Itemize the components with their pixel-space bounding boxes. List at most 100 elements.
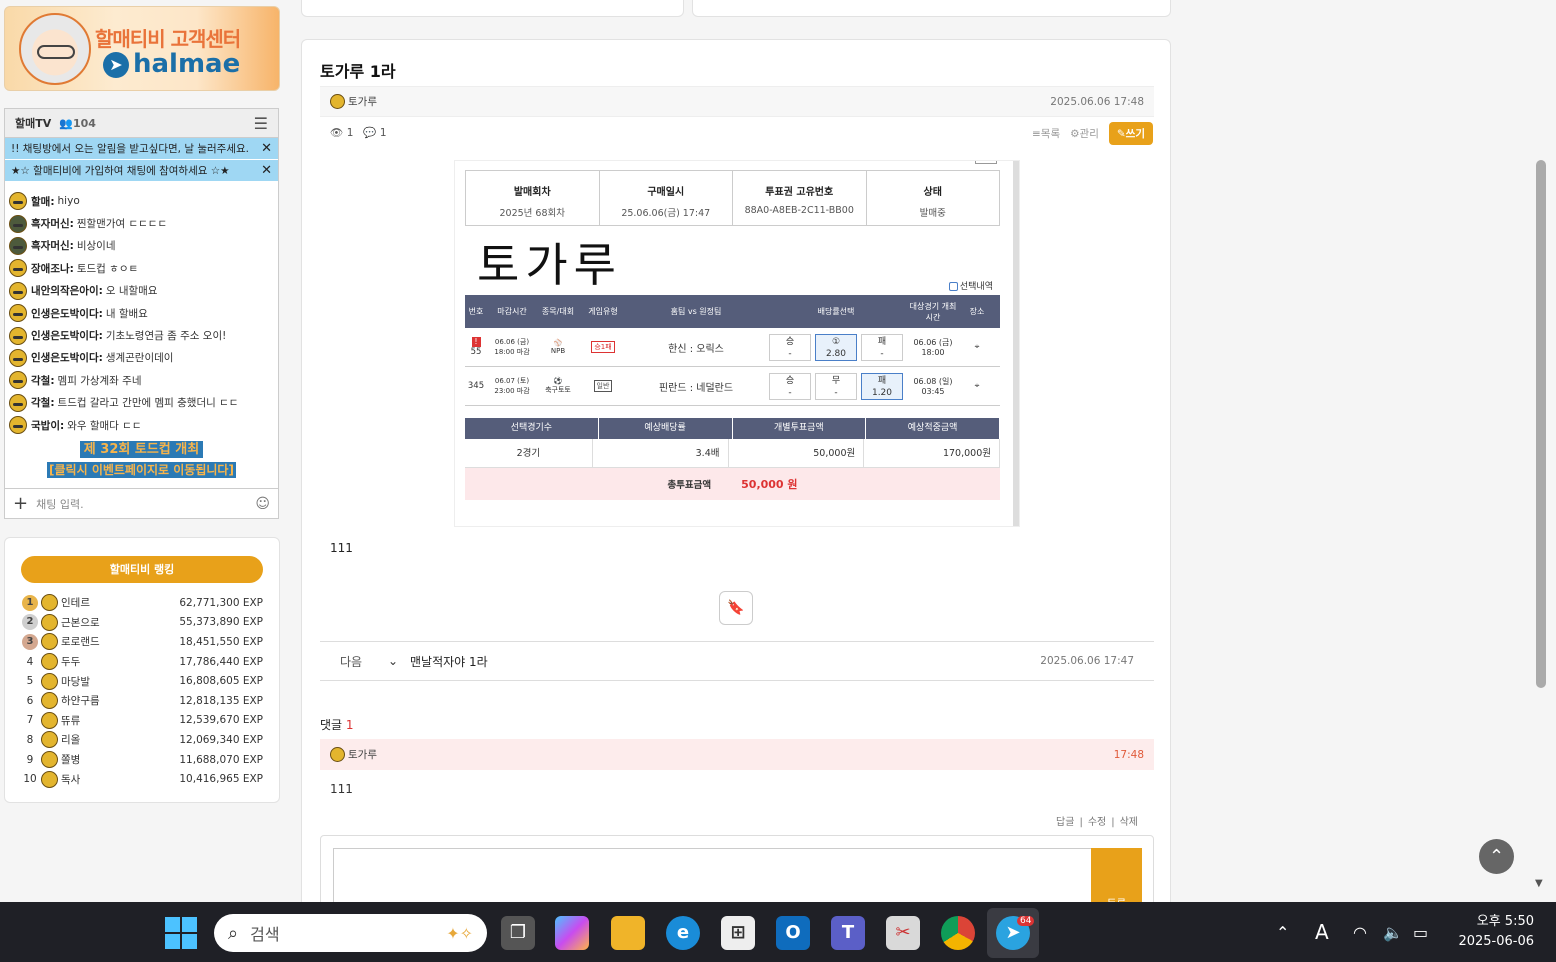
plus-icon[interactable]: + (13, 493, 28, 514)
ticket-scrollbar[interactable] (1013, 161, 1019, 526)
location-icon[interactable]: ⌖ (959, 381, 995, 391)
event-link[interactable]: [클릭시 이벤트페이지로 이동됩니다] (9, 461, 274, 479)
gold-medal-icon: 1 (22, 594, 38, 611)
head-value: 88A0-A8EB-2C11-BB00 (744, 205, 854, 216)
teams-icon[interactable]: T (831, 916, 865, 950)
ranking-row[interactable]: 8 리올 12,069,340 EXP (21, 730, 263, 750)
notification-badge: 64 (1017, 916, 1035, 926)
odd-win[interactable]: 승- (769, 372, 811, 400)
td: 50,000원 (729, 439, 865, 467)
ranking-panel: 할매티비 랭킹 1 인테르 62,771,300 EXP 2 근본으로 55,373,8… (4, 537, 280, 803)
banner-brand: ➤ halmae (103, 49, 240, 79)
scroll-down-arrow-icon[interactable]: ▼ (1535, 878, 1543, 889)
bookmark-button[interactable]: 🔖 (719, 591, 753, 625)
rank-exp: 10,416,965 EXP (179, 773, 263, 786)
next-post-link[interactable]: 다음 ⌄ 맨날적자야 1라 2025.06.06 17:47 (320, 641, 1154, 681)
avatar (41, 711, 58, 729)
write-button[interactable]: ✎쓰기 (1108, 122, 1153, 145)
customer-center-banner[interactable]: 할매티비 고객센터 ➤ halmae (4, 6, 280, 91)
ranking-title[interactable]: 할매티비 랭킹 (21, 556, 263, 583)
snipping-tool-icon[interactable]: ✂ (886, 916, 920, 950)
chat-message: 국밥이: 와우 할매다 ㄷㄷ (9, 414, 274, 436)
chat-nick[interactable]: 흑자머신: (31, 216, 74, 231)
close-icon[interactable]: ✕ (261, 163, 272, 178)
total-amount: 총투표금액 50,000 원 (465, 468, 1000, 500)
battery-icon[interactable]: ▭ (1413, 902, 1428, 962)
chat-nick[interactable]: 장애조나: (31, 261, 74, 276)
avatar (9, 348, 27, 367)
input-method-icon[interactable]: A (1315, 902, 1329, 962)
ranking-row[interactable]: 7 뜌류 12,539,670 EXP (21, 711, 263, 731)
edit-button[interactable]: 수정 (1083, 817, 1111, 828)
nav-title[interactable]: 맨날적자야 1라 (410, 653, 488, 670)
avatar (9, 326, 27, 345)
ranking-row[interactable]: 2 근본으로 55,373,890 EXP (21, 613, 263, 633)
ranking-row[interactable]: 3 로로랜드 18,451,550 EXP (21, 632, 263, 652)
volume-icon[interactable]: 🔈 (1383, 902, 1403, 962)
chat-input[interactable]: 채팅 입력. (36, 496, 83, 512)
ranking-row[interactable]: 10 독사 10,416,965 EXP (21, 769, 263, 789)
odd-selected[interactable]: ① 2.80 (815, 333, 857, 361)
wifi-icon[interactable]: ◠ (1353, 902, 1367, 962)
odd-lose[interactable]: 패- (861, 333, 903, 361)
copilot-icon[interactable] (555, 916, 589, 950)
rank-name: 인테르 (61, 597, 90, 610)
ranking-row[interactable]: 9 쫄병 11,688,070 EXP (21, 750, 263, 770)
list-button[interactable]: ≡목록 (1032, 126, 1060, 141)
windows-start-icon[interactable] (165, 917, 197, 949)
ticket-row: ! 55 06.06 (금) 18:00 마감 ⚾ NPB 승1패 한신 : 오릭스… (465, 328, 1000, 367)
select-history-toggle[interactable]: 선택내역 (948, 279, 993, 292)
notice-text: ★☆ 할매티비에 가입하여 채팅에 참여하세요 ☆★ (11, 165, 230, 177)
location-icon[interactable]: ⌖ (959, 342, 995, 352)
chat-nick[interactable]: 내안의작은아이: (31, 283, 103, 298)
store-icon[interactable]: ⊞ (721, 916, 755, 950)
taskbar-clock[interactable]: 오후 5:50 2025-06-06 (1452, 912, 1534, 952)
chat-nick[interactable]: 국밥이: (31, 418, 64, 433)
chat-nick[interactable]: 할매: (31, 194, 55, 209)
ranking-row[interactable]: 1 인테르 62,771,300 EXP (21, 593, 263, 613)
edge-icon[interactable]: e (666, 916, 700, 950)
tray-chevron-up-icon[interactable]: ⌃ (1276, 902, 1289, 962)
rank-name: 리올 (61, 734, 81, 747)
chrome-icon[interactable] (941, 916, 975, 950)
comment-author[interactable]: 토가루 (348, 747, 377, 762)
chat-nick[interactable]: 인생은도박이다: (31, 328, 103, 343)
chat-nick[interactable]: 각철: (31, 395, 55, 410)
menu-icon[interactable]: ☰ (254, 114, 268, 133)
ranking-row[interactable]: 4 두두 17,786,440 EXP (21, 652, 263, 672)
game-type: 승1패 (579, 341, 627, 353)
chat-nick[interactable]: 인생은도박이다: (31, 350, 103, 365)
taskbar-search[interactable]: ⌕ 검색 ✦✧ (214, 914, 487, 952)
odd-win[interactable]: 승- (769, 333, 811, 361)
task-view-icon[interactable]: ❐ (501, 916, 535, 950)
chat-notice-alert[interactable]: !! 채팅방에서 오는 알림을 받고싶다면, 날 눌러주세요. ✕ (5, 138, 278, 160)
event-announcement[interactable]: 제 32회 토드컵 개최 (9, 438, 274, 459)
rank-name: 두두 (61, 656, 81, 669)
ticket-row: 345 06.07 (토) 23:00 마감 ⚽ 축구토토 일반 핀란드 : 네덜… (465, 367, 1000, 406)
banner-title: 할매티비 고객센터 (95, 27, 241, 51)
scroll-to-top-button[interactable]: ⌃ (1479, 839, 1514, 874)
odd-selected[interactable]: 패 1.20 (861, 372, 903, 400)
close-icon[interactable]: ✕ (261, 141, 272, 156)
author-name[interactable]: 토가루 (348, 94, 377, 109)
odd-draw[interactable]: 무- (815, 372, 857, 400)
avatar (9, 304, 27, 323)
manage-button[interactable]: ⚙관리 (1070, 126, 1099, 141)
chat-nick[interactable]: 인생은도박이다: (31, 306, 103, 321)
top-card-right (692, 0, 1171, 17)
page-scrollbar[interactable] (1536, 160, 1546, 688)
chat-nick[interactable]: 흑자머신: (31, 238, 74, 253)
reply-button[interactable]: 답글 (1051, 817, 1079, 828)
file-explorer-icon[interactable] (611, 916, 645, 950)
outlook-icon[interactable]: O (776, 916, 810, 950)
chat-notice-join[interactable]: ★☆ 할매티비에 가입하여 채팅에 참여하세요 ☆★ ✕ (5, 160, 278, 182)
emoji-icon[interactable]: ☺ (255, 496, 270, 512)
chat-nick[interactable]: 각철: (31, 373, 55, 388)
ranking-row[interactable]: 5 마당발 16,808,605 EXP (21, 671, 263, 691)
event-link-text: [클릭시 이벤트페이지로 이동됩니다] (47, 462, 236, 479)
delete-button[interactable]: 삭제 (1115, 817, 1143, 828)
game-number: 345 (467, 381, 485, 391)
ranking-row[interactable]: 6 하얀구름 12,818,135 EXP (21, 691, 263, 711)
th: 마감시간 (497, 307, 527, 316)
rank-exp: 18,451,550 EXP (179, 635, 263, 648)
